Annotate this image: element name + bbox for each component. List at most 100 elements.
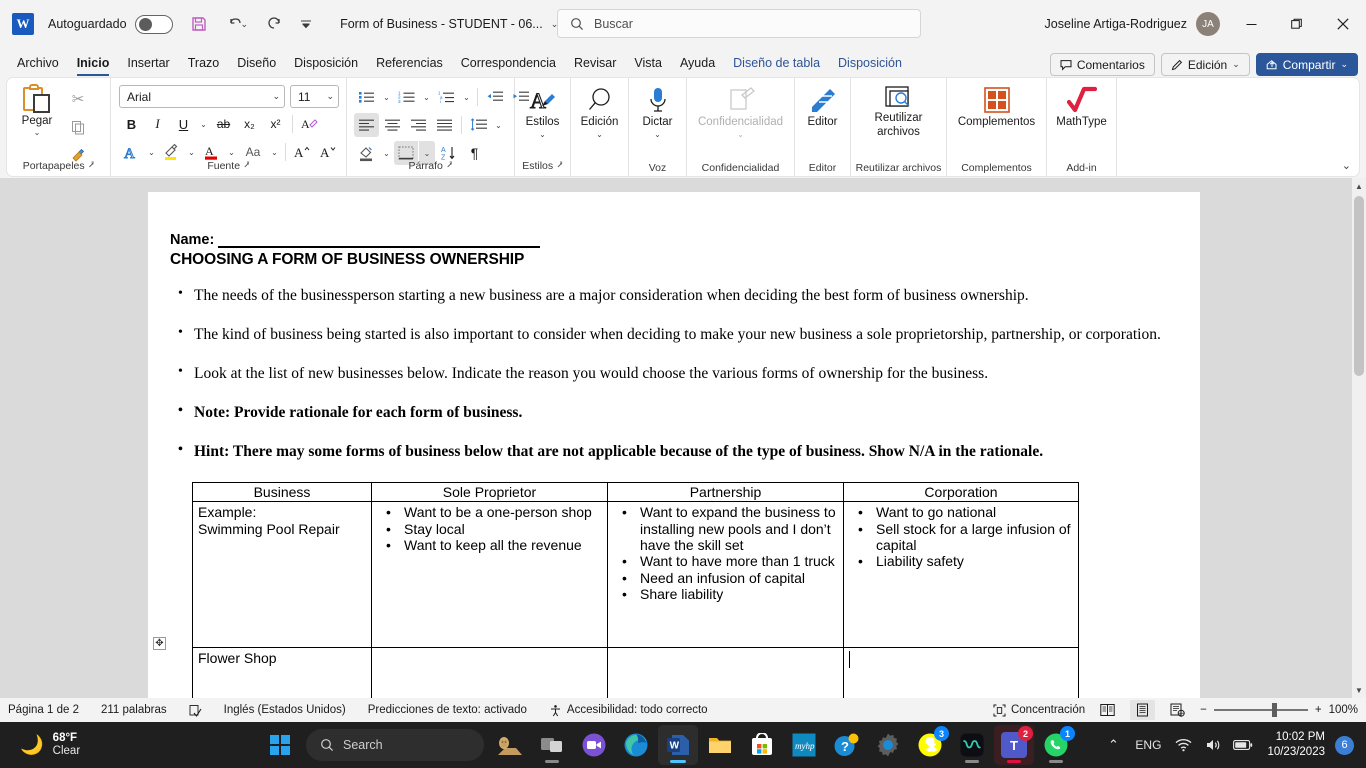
autosave-toggle[interactable] xyxy=(134,14,173,34)
chevron-down-icon[interactable]: ⌄ xyxy=(34,128,41,137)
scroll-down-icon[interactable]: ▼ xyxy=(1352,682,1366,698)
sensitivity-button[interactable]: Confidencialidad ⌄ xyxy=(687,82,794,139)
zoom-thumb[interactable] xyxy=(1271,703,1277,717)
tab-trazo[interactable]: Trazo xyxy=(179,51,229,77)
tab-correspondencia[interactable]: Correspondencia xyxy=(452,51,565,77)
chevron-down-icon[interactable]: ⌄ xyxy=(596,130,603,139)
undo-dropdown-icon[interactable]: ⌄ xyxy=(241,19,249,30)
microsoft-word-icon[interactable]: W xyxy=(658,725,698,765)
language-indicator[interactable]: Inglés (Estados Unidos) xyxy=(224,704,346,716)
tab-insertar[interactable]: Insertar xyxy=(118,51,178,77)
cell-sole-proprietor[interactable]: Want to be a one-person shop Stay local … xyxy=(371,501,608,649)
snapchat-icon[interactable]: 3 xyxy=(910,725,950,765)
volume-icon[interactable] xyxy=(1199,730,1227,760)
scrollbar-thumb[interactable] xyxy=(1354,196,1364,376)
settings-icon[interactable] xyxy=(868,725,908,765)
justify-icon[interactable] xyxy=(432,113,457,137)
focus-button[interactable]: Concentración xyxy=(993,704,1085,717)
tab-archivo[interactable]: Archivo xyxy=(8,51,68,77)
sphinx-widget-icon[interactable] xyxy=(490,725,530,765)
editor-button[interactable]: Editor xyxy=(795,82,850,129)
chevron-down-icon[interactable]: ⌄ xyxy=(326,91,334,102)
copy-icon[interactable] xyxy=(65,116,91,138)
vertical-scrollbar[interactable]: ▲ ▼ xyxy=(1352,178,1366,698)
table-move-handle[interactable]: ✥ xyxy=(153,637,166,650)
close-button[interactable] xyxy=(1320,0,1366,48)
paste-button[interactable]: Pegar ⌄ xyxy=(11,84,63,137)
dialog-launcher-icon[interactable]: ⭷ xyxy=(244,158,250,174)
cell-corporation[interactable] xyxy=(843,647,1079,698)
page-indicator[interactable]: Página 1 de 2 xyxy=(8,704,79,716)
mathtype-button[interactable]: MathType xyxy=(1047,82,1116,129)
wifi-icon[interactable] xyxy=(1169,730,1197,760)
document-title[interactable]: Form of Business - STUDENT - 06... ⌄ xyxy=(340,17,558,31)
zoom-out-button[interactable]: − xyxy=(1200,704,1207,716)
cell-sole-proprietor[interactable] xyxy=(371,647,608,698)
tab-referencias[interactable]: Referencias xyxy=(367,51,452,77)
taskbar-clock[interactable]: 10:02 PM 10/23/2023 xyxy=(1259,730,1333,760)
taskbar-search-input[interactable]: Search xyxy=(306,729,484,761)
tab-diseno-de-tabla[interactable]: Diseño de tabla xyxy=(724,51,829,77)
accessibility-indicator[interactable]: Accesibilidad: todo correcto xyxy=(549,704,708,717)
cell-business[interactable]: Flower Shop xyxy=(192,647,372,698)
align-left-icon[interactable] xyxy=(354,113,379,137)
zoom-icon[interactable] xyxy=(574,725,614,765)
editing-group-button[interactable]: Edición ⌄ xyxy=(571,82,628,139)
web-layout-icon[interactable] xyxy=(1165,700,1190,720)
clear-formatting-icon[interactable]: A xyxy=(297,112,322,136)
proofing-icon[interactable] xyxy=(189,704,202,717)
avatar[interactable]: JA xyxy=(1196,12,1220,36)
line-spacing-icon[interactable] xyxy=(466,113,491,137)
chevron-down-icon[interactable]: ⌄ xyxy=(272,91,280,102)
language-indicator[interactable]: ENG xyxy=(1129,730,1167,760)
decrease-indent-icon[interactable] xyxy=(482,85,507,109)
tab-vista[interactable]: Vista xyxy=(625,51,671,77)
font-name-combo[interactable]: Arial ⌄ xyxy=(119,85,285,108)
align-right-icon[interactable] xyxy=(406,113,431,137)
whatsapp-icon[interactable]: 1 xyxy=(1036,725,1076,765)
strikethrough-button[interactable]: ab xyxy=(211,112,236,136)
microsoft-edge-icon[interactable] xyxy=(616,725,656,765)
chevron-down-icon[interactable]: ⌄ xyxy=(654,130,661,139)
text-predictions-indicator[interactable]: Predicciones de texto: activado xyxy=(368,704,527,716)
chevron-down-icon[interactable]: ⌄ xyxy=(1232,59,1240,70)
webex-icon[interactable] xyxy=(952,725,992,765)
cut-icon[interactable]: ✂ xyxy=(65,88,91,110)
save-icon[interactable] xyxy=(187,12,211,36)
tab-inicio[interactable]: Inicio xyxy=(68,51,119,77)
multilevel-dropdown-icon[interactable]: ⌄ xyxy=(460,85,473,109)
underline-button[interactable]: U xyxy=(171,112,196,136)
zoom-in-button[interactable]: + xyxy=(1315,704,1322,716)
scroll-up-icon[interactable]: ▲ xyxy=(1352,178,1366,194)
chevron-down-icon[interactable]: ⌄ xyxy=(1340,59,1348,70)
battery-icon[interactable] xyxy=(1229,730,1257,760)
chevron-down-icon[interactable]: ⌄ xyxy=(539,130,546,139)
file-explorer-icon[interactable] xyxy=(700,725,740,765)
tab-disposicion[interactable]: Disposición xyxy=(285,51,367,77)
cell-corporation[interactable]: Want to go national Sell stock for a lar… xyxy=(843,501,1079,649)
styles-button[interactable]: A Estilos ⌄ xyxy=(515,82,570,139)
tab-revisar[interactable]: Revisar xyxy=(565,51,625,77)
maximize-restore-button[interactable] xyxy=(1274,0,1320,48)
search-input[interactable]: Buscar xyxy=(557,9,921,38)
windows-start-icon[interactable] xyxy=(258,725,302,765)
table-row[interactable]: Flower Shop xyxy=(192,647,1079,698)
italic-button[interactable]: I xyxy=(145,112,170,136)
read-mode-icon[interactable] xyxy=(1095,700,1120,720)
multilevel-list-icon[interactable]: 1ai xyxy=(434,85,459,109)
microsoft-teams-icon[interactable]: T 2 xyxy=(994,725,1034,765)
document-canvas[interactable]: Name: CHOOSING A FORM OF BUSINESS OWNERS… xyxy=(0,178,1366,698)
dialog-launcher-icon[interactable]: ⭷ xyxy=(447,158,453,174)
numbering-dropdown-icon[interactable]: ⌄ xyxy=(420,85,433,109)
cell-partnership[interactable]: Want to expand the business to installin… xyxy=(607,501,844,649)
dictate-button[interactable]: Dictar ⌄ xyxy=(629,82,686,139)
print-layout-icon[interactable] xyxy=(1130,700,1156,720)
word-count[interactable]: 211 palabras xyxy=(101,704,167,716)
bullets-dropdown-icon[interactable]: ⌄ xyxy=(380,85,393,109)
document-page[interactable]: Name: CHOOSING A FORM OF BUSINESS OWNERS… xyxy=(148,192,1200,698)
comments-button[interactable]: Comentarios xyxy=(1049,53,1155,76)
table-row[interactable]: Example: Swimming Pool Repair Want to be… xyxy=(192,501,1079,649)
tab-disposicion-tabla[interactable]: Disposición xyxy=(829,51,911,77)
microsoft-store-icon[interactable] xyxy=(742,725,782,765)
dialog-launcher-icon[interactable]: ⭷ xyxy=(557,158,563,174)
